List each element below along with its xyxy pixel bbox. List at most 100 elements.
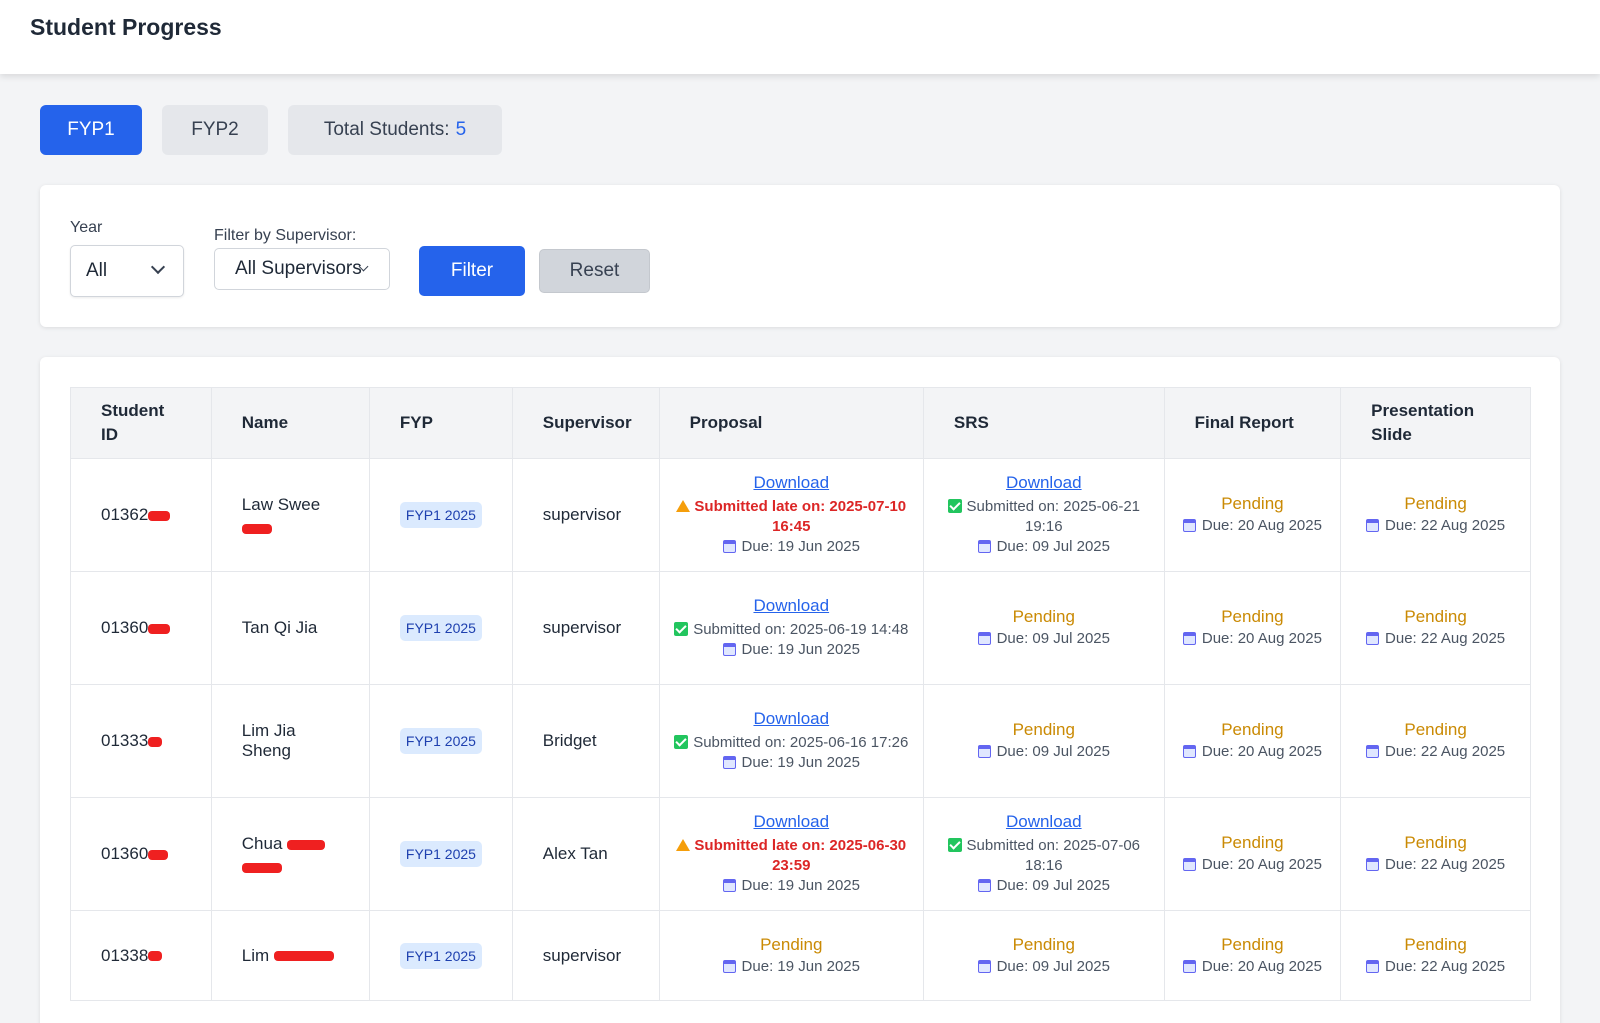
final-report-due: Due: 20 Aug 2025 (1173, 516, 1333, 536)
header-supervisor: Supervisor (511, 387, 660, 459)
srs-download-link[interactable]: Download (932, 812, 1156, 832)
supervisor-cell: supervisor (511, 458, 660, 572)
redaction-mark (148, 623, 171, 634)
presentation-due: Due: 22 Aug 2025 (1349, 629, 1522, 649)
tab-fyp1[interactable]: FYP1 (40, 105, 142, 155)
presentation-due-text: Due: 22 Aug 2025 (1385, 630, 1506, 647)
checkmark-icon (947, 499, 962, 513)
redaction-mark (241, 862, 282, 873)
proposal-status: Submitted late on: 2025-07-10 16:45 (668, 497, 915, 537)
calendar-icon (977, 632, 991, 645)
proposal-due-text: Due: 19 Jun 2025 (741, 641, 860, 658)
redaction-mark (241, 523, 272, 534)
proposal-due: Due: 19 Jun 2025 (668, 753, 915, 773)
student-id-cell: 01360 (70, 571, 212, 685)
tab-fyp2[interactable]: FYP2 (162, 105, 268, 155)
student-name-cell: Chua (210, 797, 370, 911)
fyp-badge: FYP1 2025 (399, 615, 482, 641)
fyp-badge: FYP1 2025 (399, 502, 482, 528)
srs-due: Due: 09 Jul 2025 (932, 537, 1156, 557)
srs-pending: Pending (1012, 720, 1075, 739)
srs-pending: Pending (1012, 607, 1075, 626)
fyp-cell: FYP1 2025 (368, 458, 513, 572)
proposal-status-text: Submitted late on: 2025-06-30 23:59 (694, 837, 907, 874)
supervisor-select[interactable]: All Supervisors (214, 248, 390, 290)
presentation-due-text: Due: 22 Aug 2025 (1385, 856, 1506, 873)
proposal-download-link[interactable]: Download (668, 596, 915, 616)
srs-download-link[interactable]: Download (932, 473, 1156, 493)
srs-pending: Pending (1012, 934, 1075, 954)
student-table-panel: Student ID Name FYP Supervisor Proposal … (40, 357, 1560, 1023)
checkmark-icon (674, 735, 689, 749)
calendar-icon (1182, 959, 1196, 973)
header-name: Name (210, 387, 370, 459)
reset-button[interactable]: Reset (539, 249, 650, 293)
final-report-pending: Pending (1221, 833, 1284, 852)
presentation-pending: Pending (1404, 934, 1467, 954)
proposal-due-text: Due: 19 Jun 2025 (741, 877, 860, 894)
calendar-icon (722, 959, 736, 973)
student-id-cell: 01333 (70, 684, 212, 798)
proposal-download-link[interactable]: Download (668, 473, 915, 493)
srs-cell: Download Submitted on: 2025-06-21 19:16 … (922, 458, 1165, 572)
fyp-cell: FYP1 2025 (368, 684, 513, 798)
proposal-download-link[interactable]: Download (668, 812, 915, 832)
student-name-cell: Lim (210, 910, 370, 1001)
header-srs: SRS (922, 387, 1165, 459)
final-report-due: Due: 20 Aug 2025 (1173, 742, 1333, 762)
calendar-icon (1366, 959, 1380, 973)
checkmark-icon (947, 838, 962, 852)
fyp-cell: FYP1 2025 (368, 910, 513, 1001)
presentation-cell: Pending Due: 22 Aug 2025 (1340, 571, 1531, 685)
final-report-due-text: Due: 20 Aug 2025 (1201, 630, 1322, 647)
proposal-cell: Download Submitted on: 2025-06-19 14:48 … (658, 571, 924, 685)
chevron-down-icon (150, 259, 166, 275)
proposal-due: Due: 19 Jun 2025 (668, 876, 915, 896)
student-id-cell: 01362 (70, 458, 212, 572)
year-select[interactable]: All (70, 245, 184, 297)
presentation-cell: Pending Due: 22 Aug 2025 (1340, 684, 1531, 798)
checkmark-icon (674, 622, 689, 636)
student-name: Chua (241, 834, 283, 853)
top-bar: Student Progress (0, 0, 1600, 74)
srs-status: Submitted on: 2025-06-21 19:16 (932, 497, 1156, 537)
proposal-due: Due: 19 Jun 2025 (668, 537, 915, 557)
presentation-pending: Pending (1404, 720, 1467, 739)
proposal-due-text: Due: 19 Jun 2025 (741, 957, 860, 975)
calendar-icon (722, 540, 736, 553)
table-row: 01333 Lim Jia Sheng FYP1 2025 Bridget Do… (70, 684, 1531, 798)
final-report-due-text: Due: 20 Aug 2025 (1201, 743, 1322, 760)
table-row: 01338 Lim FYP1 2025 supervisor Pending D… (70, 910, 1531, 1001)
srs-due: Due: 09 Jul 2025 (932, 957, 1156, 977)
calendar-icon (1182, 858, 1196, 871)
header-fyp: FYP (368, 387, 513, 459)
presentation-cell: Pending Due: 22 Aug 2025 (1340, 797, 1531, 911)
calendar-icon (977, 959, 991, 973)
redaction-mark (148, 849, 169, 860)
proposal-pending: Pending (760, 934, 823, 954)
srs-due-text: Due: 09 Jul 2025 (996, 957, 1110, 975)
final-report-due: Due: 20 Aug 2025 (1173, 855, 1333, 875)
srs-due-text: Due: 09 Jul 2025 (996, 743, 1110, 760)
table-row: 01360 Tan Qi Jia FYP1 2025 supervisor Do… (70, 571, 1531, 685)
final-report-pending: Pending (1221, 494, 1284, 513)
student-id: 01333 (101, 731, 149, 750)
warning-icon (676, 839, 691, 851)
student-id: 01360 (101, 618, 149, 637)
srs-due: Due: 09 Jul 2025 (932, 629, 1156, 649)
proposal-download-link[interactable]: Download (668, 709, 915, 729)
student-name-cell: Law Swee (210, 458, 370, 572)
final-report-cell: Pending Due: 20 Aug 2025 (1163, 910, 1342, 1001)
calendar-icon (722, 643, 736, 656)
presentation-due-text: Due: 22 Aug 2025 (1385, 957, 1506, 975)
calendar-icon (977, 540, 991, 553)
srs-due-text: Due: 09 Jul 2025 (996, 630, 1110, 647)
table-header-row: Student ID Name FYP Supervisor Proposal … (70, 387, 1531, 459)
calendar-icon (1182, 745, 1196, 758)
final-report-cell: Pending Due: 20 Aug 2025 (1163, 458, 1342, 572)
filter-button[interactable]: Filter (419, 246, 525, 296)
proposal-status-text: Submitted on: 2025-06-16 17:26 (693, 734, 909, 751)
srs-status-text: Submitted on: 2025-07-06 18:16 (966, 837, 1140, 874)
srs-cell: Pending Due: 09 Jul 2025 (922, 571, 1165, 685)
table-row: 01360 Chua FYP1 2025 Alex Tan Download S… (70, 797, 1531, 911)
